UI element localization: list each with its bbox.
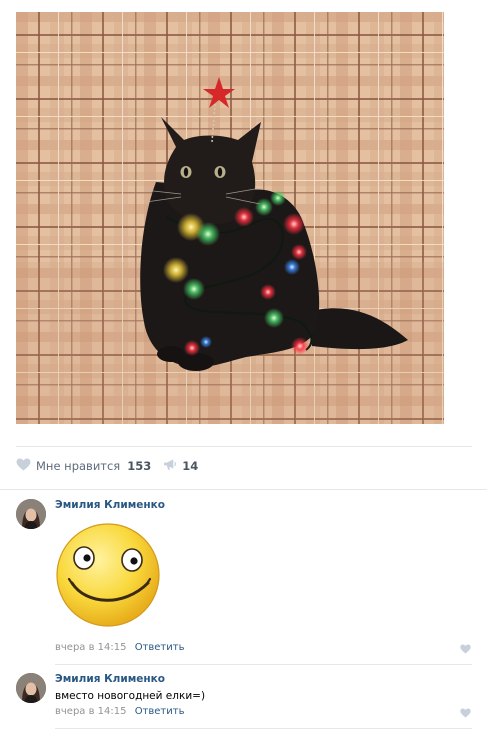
smiley-sticker bbox=[54, 521, 162, 629]
comment-author[interactable]: Эмилия Клименко bbox=[55, 673, 165, 685]
share-count: 14 bbox=[182, 459, 199, 473]
comment-meta: вчера в 14:15 Ответить bbox=[55, 706, 184, 717]
avatar[interactable] bbox=[16, 673, 46, 703]
comment-meta: вчера в 14:15 Ответить bbox=[55, 642, 184, 653]
like-count: 153 bbox=[127, 459, 152, 473]
divider bbox=[55, 664, 472, 665]
heart-icon bbox=[16, 458, 31, 474]
like-button[interactable]: Мне нравится 153 bbox=[16, 458, 151, 474]
divider bbox=[55, 728, 472, 729]
heart-icon[interactable] bbox=[460, 708, 471, 721]
comment-date[interactable]: вчера в 14:15 bbox=[55, 642, 127, 653]
reply-link[interactable]: Ответить bbox=[135, 642, 185, 653]
divider bbox=[16, 446, 472, 447]
reply-link[interactable]: Ответить bbox=[135, 706, 185, 717]
heart-icon[interactable] bbox=[460, 644, 471, 657]
post-photo[interactable] bbox=[16, 12, 444, 424]
share-button[interactable]: 14 bbox=[163, 458, 198, 474]
comment: Эмилия Клименко вместо новогодней елки=)… bbox=[16, 673, 471, 723]
comment-author[interactable]: Эмилия Клименко bbox=[55, 499, 165, 511]
post-actions: Мне нравится 153 14 bbox=[16, 456, 198, 476]
avatar[interactable] bbox=[16, 499, 46, 529]
divider bbox=[0, 489, 487, 490]
comment-text: вместо новогодней елки=) bbox=[55, 690, 206, 702]
megaphone-icon bbox=[163, 458, 178, 474]
comment-date[interactable]: вчера в 14:15 bbox=[55, 706, 127, 717]
like-label: Мне нравится bbox=[36, 459, 121, 473]
comment: Эмилия Клименко вчера в 14:15 Ответить bbox=[16, 499, 471, 659]
